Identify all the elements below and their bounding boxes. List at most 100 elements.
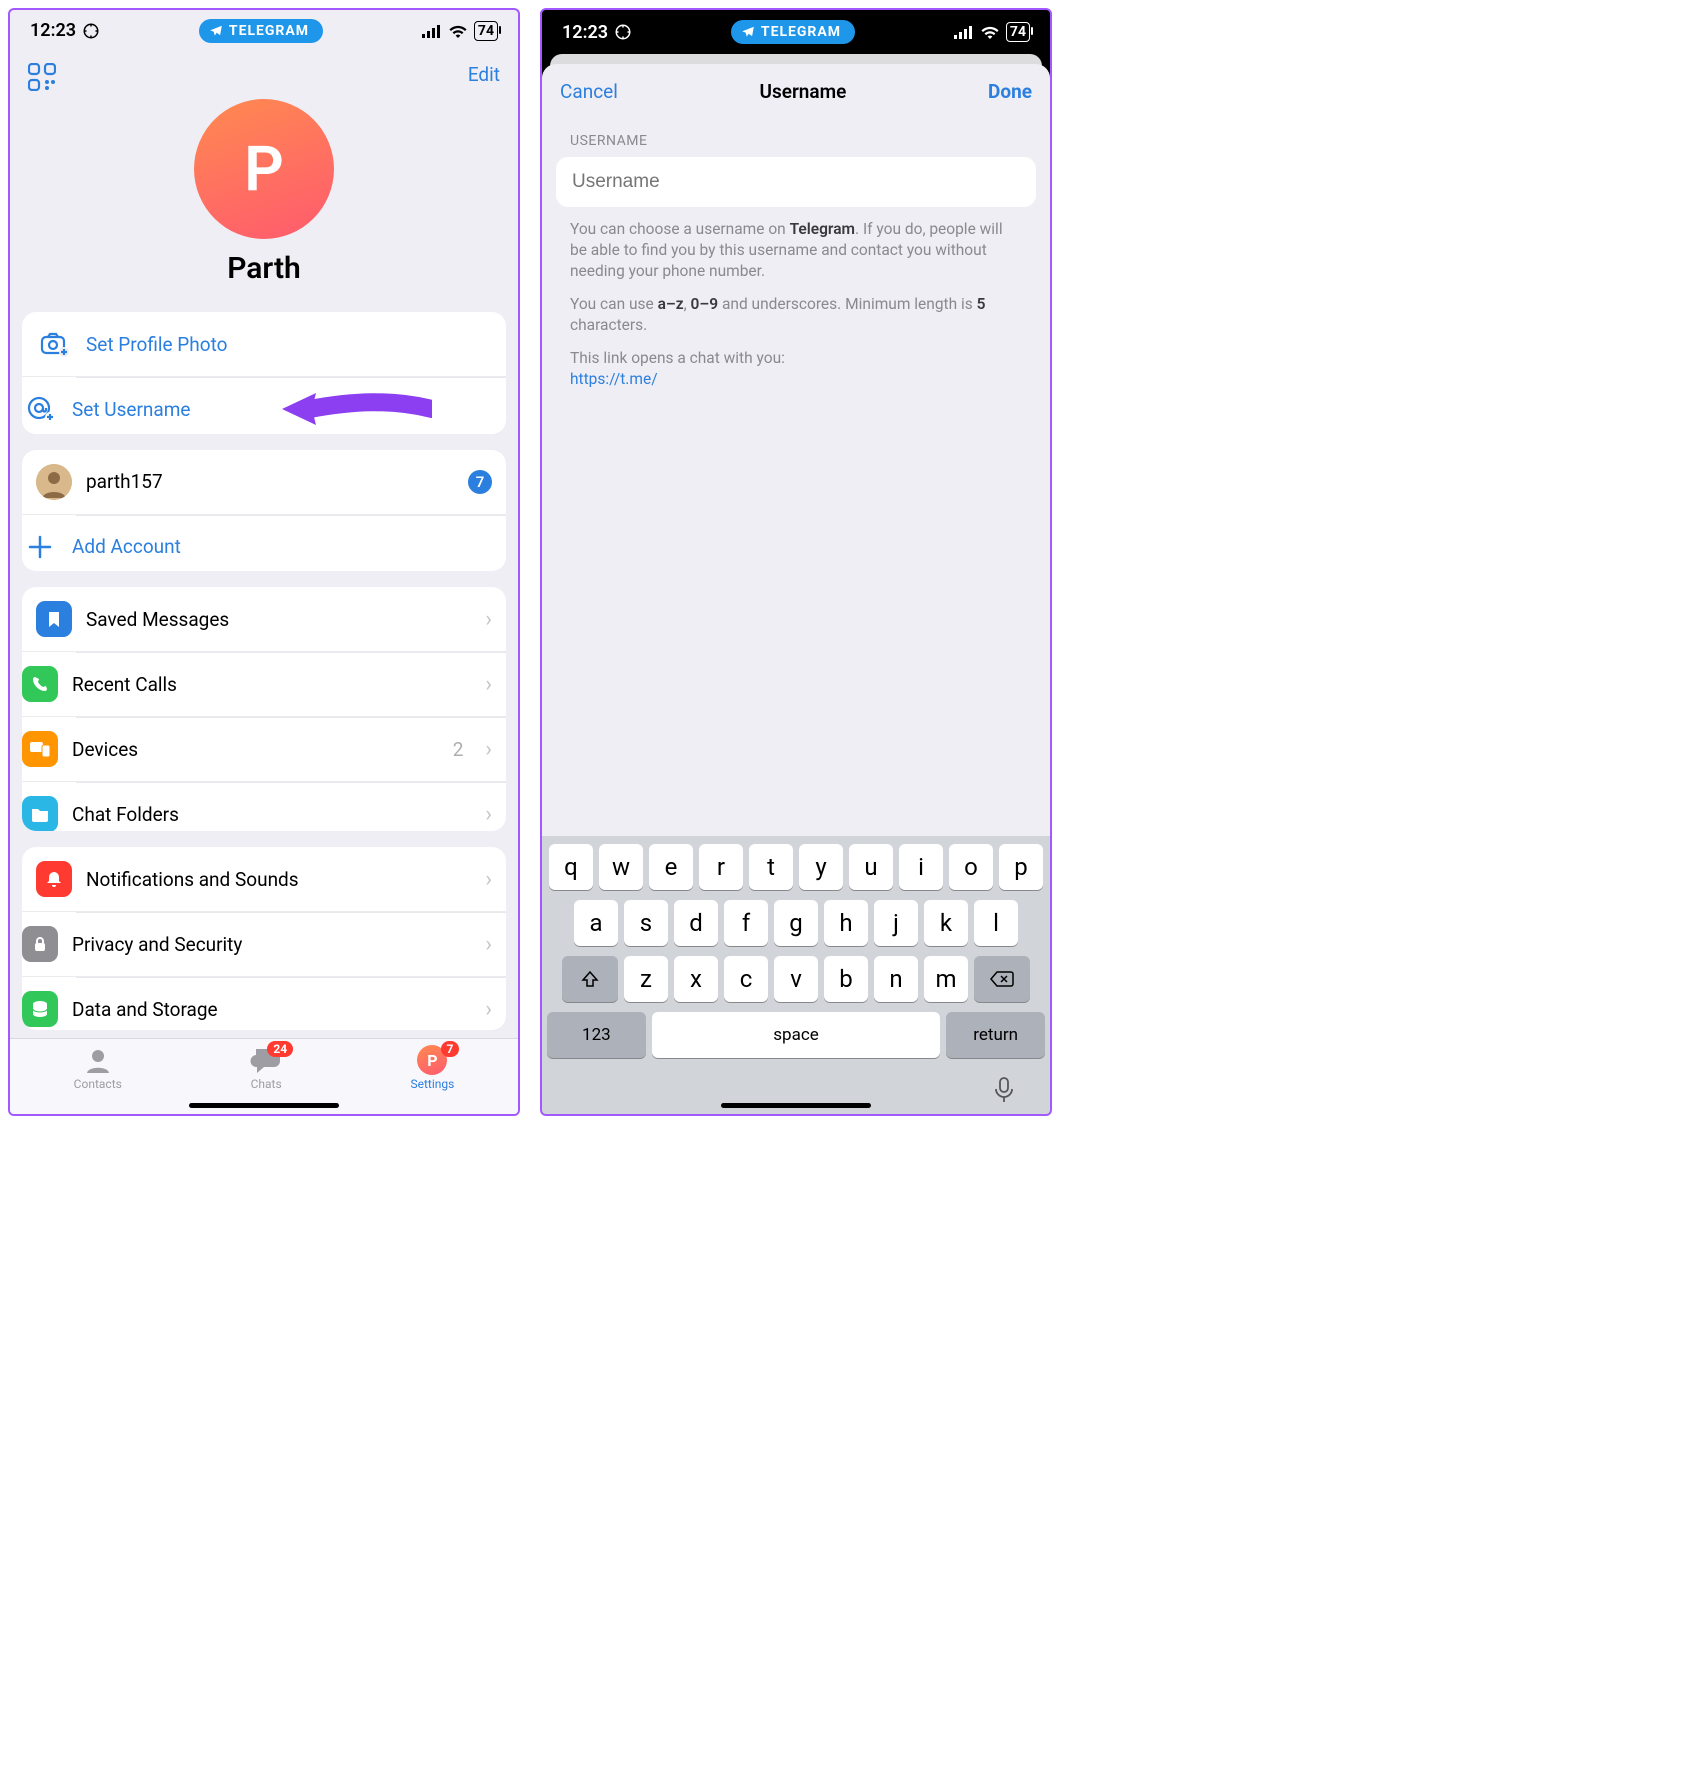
mic-icon[interactable] <box>993 1076 1015 1104</box>
data-storage-label: Data and Storage <box>72 998 463 1021</box>
at-plus-icon <box>22 391 58 427</box>
account-avatar-icon <box>36 464 72 500</box>
devices-count: 2 <box>453 738 464 761</box>
signal-icon <box>422 24 442 38</box>
home-indicator[interactable] <box>189 1103 339 1108</box>
tab-settings[interactable]: P 7 Settings <box>411 1045 455 1091</box>
key-return[interactable]: return <box>946 1012 1045 1058</box>
key-m[interactable]: m <box>924 956 968 1002</box>
keyboard-row-1: q w e r t y u i o p <box>547 844 1045 890</box>
chats-badge: 24 <box>267 1041 293 1057</box>
key-w[interactable]: w <box>599 844 643 890</box>
set-username-row[interactable]: Set Username <box>22 376 506 434</box>
home-indicator[interactable] <box>721 1103 871 1108</box>
key-s[interactable]: s <box>624 900 668 946</box>
account-row[interactable]: parth157 7 <box>22 450 506 514</box>
notifications-label: Notifications and Sounds <box>86 868 463 891</box>
wifi-icon <box>448 24 468 38</box>
accounts-group: parth157 7 Add Account <box>22 450 506 572</box>
status-bar: 12:23 TELEGRAM 74 <box>10 10 518 51</box>
notifications-row[interactable]: Notifications and Sounds › <box>22 847 506 911</box>
wifi-icon <box>980 25 1000 39</box>
sheet-title: Username <box>760 80 847 103</box>
chevron-right-icon: › <box>485 867 492 892</box>
help-text-2: You can use a–z, 0–9 and underscores. Mi… <box>542 282 1050 336</box>
telegram-pill-label: TELEGRAM <box>229 23 309 39</box>
qr-icon[interactable] <box>28 63 56 91</box>
devices-row[interactable]: Devices 2 › <box>22 716 506 781</box>
chevron-right-icon: › <box>485 802 492 827</box>
key-x[interactable]: x <box>674 956 718 1002</box>
key-o[interactable]: o <box>949 844 993 890</box>
menu-group-2: Notifications and Sounds › Privacy and S… <box>22 847 506 1030</box>
key-g[interactable]: g <box>774 900 818 946</box>
telegram-pill[interactable]: TELEGRAM <box>199 19 323 43</box>
key-shift[interactable] <box>562 956 618 1002</box>
username-input-row[interactable] <box>556 157 1036 207</box>
done-button[interactable]: Done <box>988 80 1032 103</box>
plus-icon <box>22 529 58 565</box>
key-t[interactable]: t <box>749 844 793 890</box>
key-k[interactable]: k <box>924 900 968 946</box>
set-profile-photo-row[interactable]: Set Profile Photo <box>22 312 506 376</box>
chevron-right-icon: › <box>485 737 492 762</box>
key-b[interactable]: b <box>824 956 868 1002</box>
key-p[interactable]: p <box>999 844 1043 890</box>
chevron-right-icon: › <box>485 672 492 697</box>
avatar[interactable]: P <box>194 99 334 239</box>
key-l[interactable]: l <box>974 900 1018 946</box>
tab-chats[interactable]: 24 Chats <box>249 1045 283 1091</box>
key-y[interactable]: y <box>799 844 843 890</box>
menu-group-1: Saved Messages › Recent Calls › Devices … <box>22 587 506 831</box>
username-sheet: Cancel Username Done USERNAME You can ch… <box>542 64 1050 1114</box>
key-space[interactable]: space <box>652 1012 941 1058</box>
username-input[interactable] <box>572 171 1020 193</box>
key-f[interactable]: f <box>724 900 768 946</box>
privacy-label: Privacy and Security <box>72 933 463 956</box>
key-h[interactable]: h <box>824 900 868 946</box>
key-c[interactable]: c <box>724 956 768 1002</box>
add-account-label: Add Account <box>72 535 492 558</box>
profile-actions-group: Set Profile Photo Set Username <box>22 312 506 434</box>
key-u[interactable]: u <box>849 844 893 890</box>
data-storage-row[interactable]: Data and Storage › <box>22 976 506 1030</box>
chat-folders-row[interactable]: Chat Folders › <box>22 781 506 831</box>
recent-calls-row[interactable]: Recent Calls › <box>22 651 506 716</box>
key-r[interactable]: r <box>699 844 743 890</box>
key-j[interactable]: j <box>874 900 918 946</box>
chevron-right-icon: › <box>485 997 492 1022</box>
key-a[interactable]: a <box>574 900 618 946</box>
key-123[interactable]: 123 <box>547 1012 646 1058</box>
saved-messages-row[interactable]: Saved Messages › <box>22 587 506 651</box>
key-backspace[interactable] <box>974 956 1030 1002</box>
cancel-button[interactable]: Cancel <box>560 80 618 103</box>
telegram-pill[interactable]: TELEGRAM <box>731 20 855 44</box>
tab-bar: Contacts 24 Chats P 7 Settings <box>10 1038 518 1114</box>
key-z[interactable]: z <box>624 956 668 1002</box>
chevron-right-icon: › <box>485 932 492 957</box>
account-badge: 7 <box>468 470 492 494</box>
key-i[interactable]: i <box>899 844 943 890</box>
phone-icon <box>22 666 58 702</box>
key-q[interactable]: q <box>549 844 593 890</box>
edit-button[interactable]: Edit <box>468 63 500 86</box>
username-screen: 12:23 TELEGRAM 74 Cancel Username Done U… <box>540 8 1052 1116</box>
tme-link[interactable]: https://t.me/ <box>570 370 658 388</box>
key-v[interactable]: v <box>774 956 818 1002</box>
location-icon <box>82 22 100 40</box>
keyboard: q w e r t y u i o p a s d f g h j k l <box>542 836 1050 1114</box>
devices-icon <box>22 731 58 767</box>
status-time: 12:23 <box>562 22 608 43</box>
key-d[interactable]: d <box>674 900 718 946</box>
battery-icon: 74 <box>474 21 498 41</box>
key-e[interactable]: e <box>649 844 693 890</box>
devices-label: Devices <box>72 738 439 761</box>
lock-icon <box>22 926 58 962</box>
keyboard-row-4: 123 space return <box>547 1012 1045 1058</box>
add-account-row[interactable]: Add Account <box>22 514 506 572</box>
bell-icon <box>36 861 72 897</box>
tab-contacts[interactable]: Contacts <box>74 1045 122 1091</box>
key-n[interactable]: n <box>874 956 918 1002</box>
privacy-row[interactable]: Privacy and Security › <box>22 911 506 976</box>
settings-badge: 7 <box>441 1041 460 1057</box>
